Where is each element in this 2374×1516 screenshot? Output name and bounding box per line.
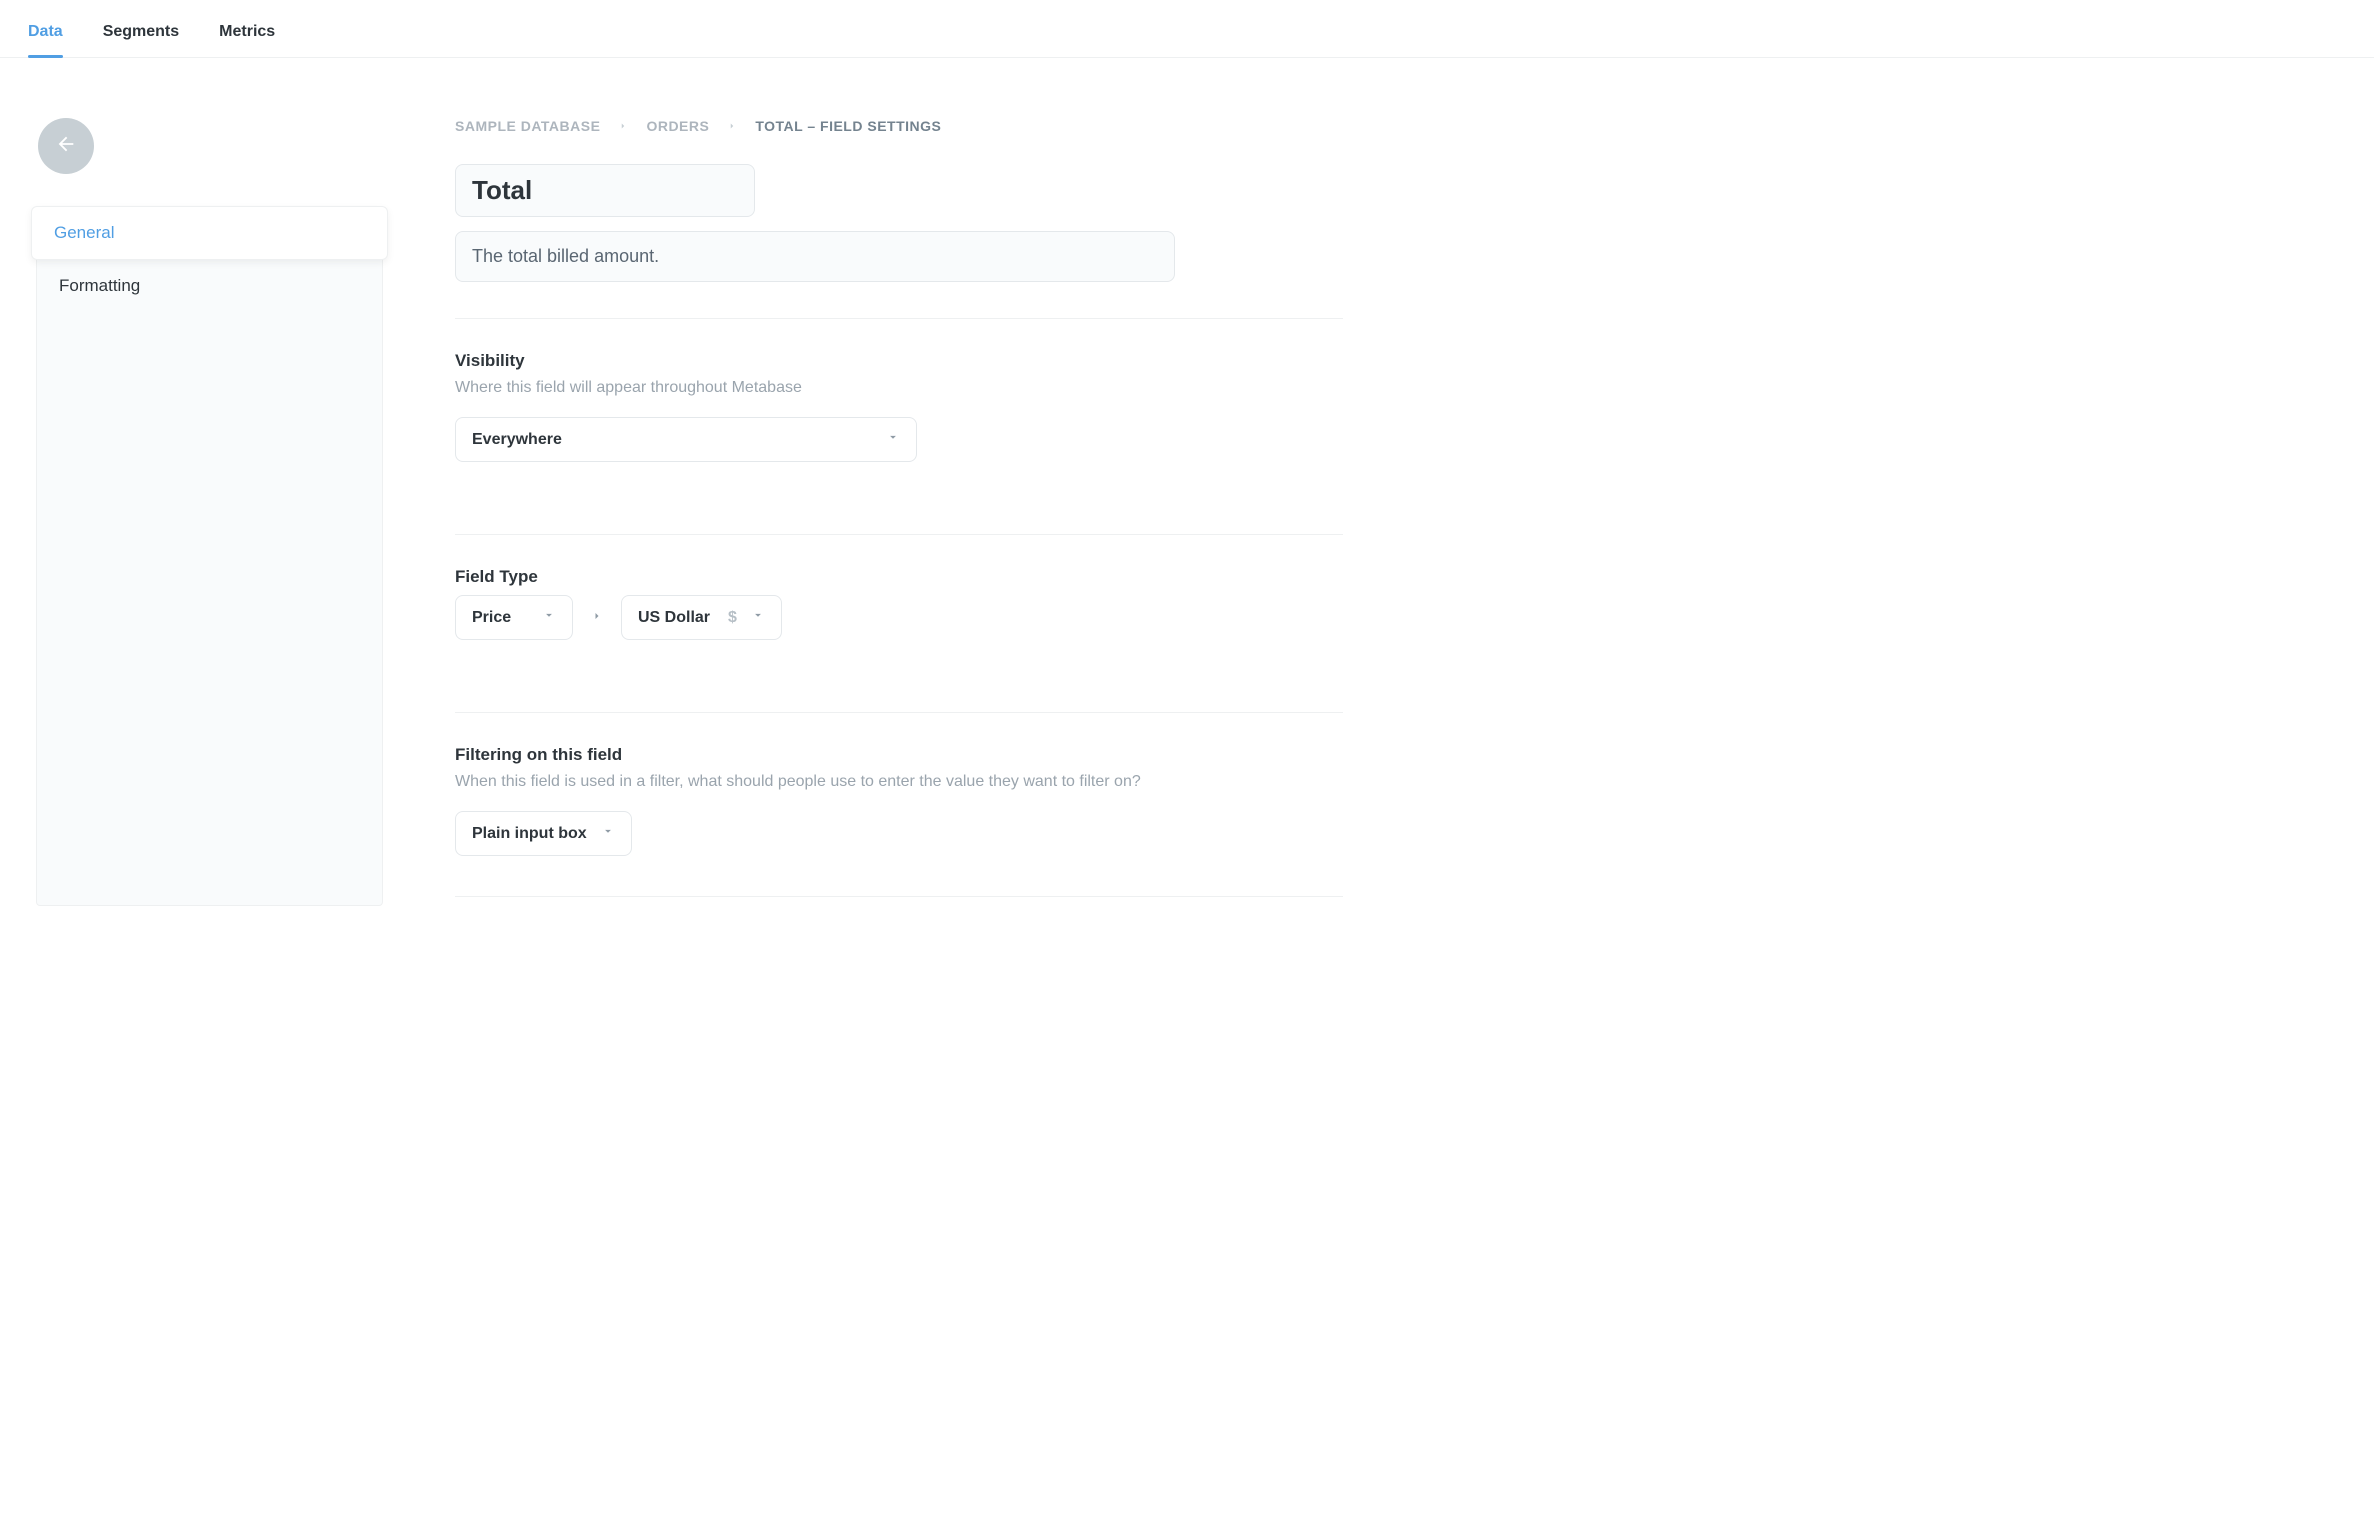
field-name-input[interactable]: Total xyxy=(455,164,755,217)
sidebar-item-general[interactable]: General xyxy=(31,206,388,260)
chevron-down-icon xyxy=(601,824,615,843)
back-button[interactable] xyxy=(38,118,94,174)
arrow-left-icon xyxy=(55,133,77,160)
filtering-value: Plain input box xyxy=(472,825,587,843)
breadcrumb: SAMPLE DATABASE ORDERS TOTAL – FIELD SET… xyxy=(455,118,1343,134)
chevron-down-icon xyxy=(751,608,765,627)
field-type-title: Field Type xyxy=(455,567,1343,587)
field-type-select[interactable]: Price xyxy=(455,595,573,640)
chevron-down-icon xyxy=(542,608,556,627)
sidebar-item-formatting[interactable]: Formatting xyxy=(37,260,382,312)
filtering-hint: When this field is used in a filter, wha… xyxy=(455,773,1343,791)
filtering-select[interactable]: Plain input box xyxy=(455,811,632,856)
tab-data[interactable]: Data xyxy=(28,5,63,57)
visibility-value: Everywhere xyxy=(472,431,562,449)
filtering-title: Filtering on this field xyxy=(455,745,1343,765)
sidebar: General Formatting xyxy=(36,206,383,906)
tab-segments[interactable]: Segments xyxy=(103,5,179,57)
breadcrumb-table[interactable]: ORDERS xyxy=(646,118,709,134)
chevron-right-icon xyxy=(591,609,603,627)
top-tabs: Data Segments Metrics xyxy=(0,0,2374,58)
section-filtering: Filtering on this field When this field … xyxy=(455,712,1343,892)
visibility-hint: Where this field will appear throughout … xyxy=(455,379,1343,397)
visibility-select[interactable]: Everywhere xyxy=(455,417,917,462)
field-description-input[interactable]: The total billed amount. xyxy=(455,231,1175,282)
dollar-icon: $ xyxy=(728,609,737,627)
chevron-right-icon xyxy=(618,118,628,134)
field-currency-select[interactable]: US Dollar $ xyxy=(621,595,782,640)
visibility-title: Visibility xyxy=(455,351,1343,371)
breadcrumb-database[interactable]: SAMPLE DATABASE xyxy=(455,118,600,134)
breadcrumb-current: TOTAL – FIELD SETTINGS xyxy=(755,118,941,134)
field-currency-value: US Dollar xyxy=(638,609,710,627)
section-field-type: Field Type Price US Dollar $ xyxy=(455,534,1343,676)
tab-metrics[interactable]: Metrics xyxy=(219,5,275,57)
chevron-right-icon xyxy=(727,118,737,134)
section-visibility: Visibility Where this field will appear … xyxy=(455,318,1343,498)
field-type-value: Price xyxy=(472,609,511,627)
chevron-down-icon xyxy=(886,430,900,449)
